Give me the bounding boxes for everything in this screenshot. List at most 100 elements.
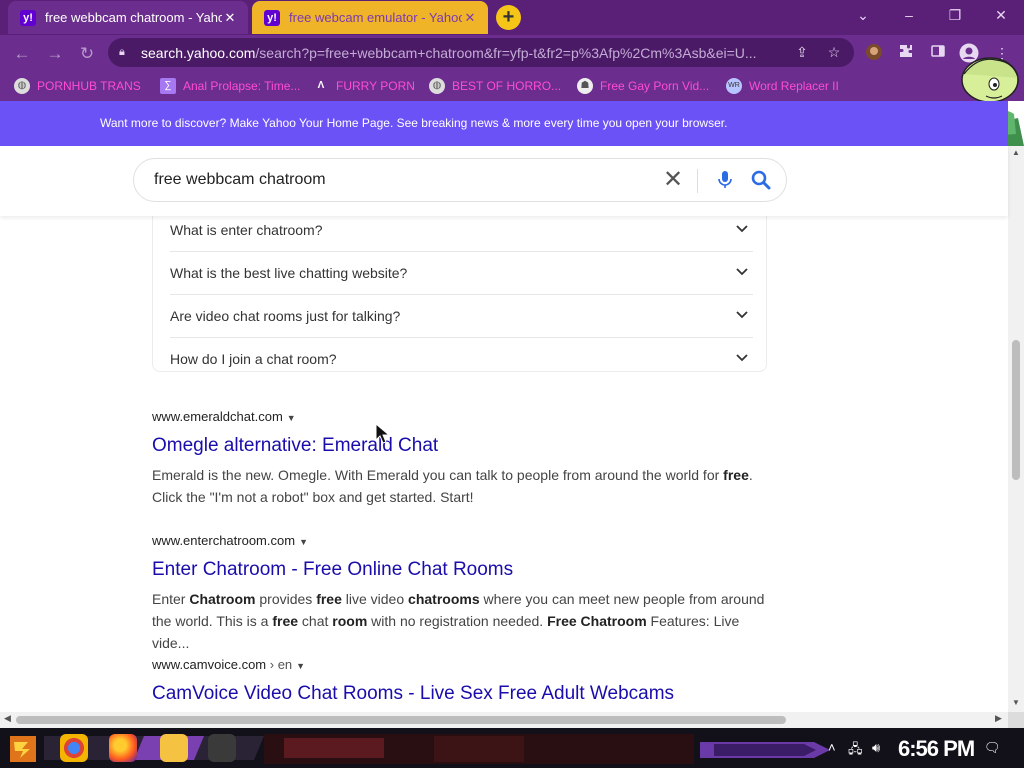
chrome-app-icon[interactable]: [60, 734, 88, 762]
network-icon[interactable]: 🖧︎: [848, 740, 863, 762]
tab-search-icon[interactable]: ⌄: [843, 0, 883, 30]
new-tab-button[interactable]: +: [496, 5, 521, 30]
camera-app-icon[interactable]: [208, 734, 236, 762]
address-bar[interactable]: 🔒︎ search.yahoo.com/search?p=free+webbca…: [108, 38, 854, 67]
extensions-icon[interactable]: [896, 43, 916, 63]
lock-icon[interactable]: 🔒︎: [119, 46, 132, 59]
taskbar-preview-strip: [264, 734, 694, 764]
bookmark-label: Word Replacer II: [749, 79, 839, 93]
bookmark-label: FURRY PORN: [336, 79, 415, 93]
file-explorer-icon[interactable]: [160, 734, 188, 762]
scroll-up-icon[interactable]: ▲: [1012, 148, 1020, 157]
chevron-down-icon[interactable]: ▼: [296, 661, 305, 671]
search-input[interactable]: [152, 170, 636, 190]
side-panel-icon[interactable]: [928, 43, 948, 63]
snippet-highlight: free: [316, 591, 342, 607]
bookmark-item[interactable]: ∑ Anal Prolapse: Time...: [160, 77, 300, 95]
bookmark-item[interactable]: Λ FURRY PORN: [313, 77, 415, 95]
microphone-icon[interactable]: [714, 168, 736, 192]
start-button-icon[interactable]: [8, 734, 38, 764]
tab-title: free webbcam chatroom - Yaho: [45, 10, 222, 25]
snippet-text: Enter: [152, 591, 190, 607]
faq-item[interactable]: How do I join a chat room?: [170, 337, 753, 380]
chevron-down-icon: [736, 354, 748, 362]
notifications-icon[interactable]: 🗨︎: [984, 740, 1001, 756]
chevron-down-icon: [736, 268, 748, 276]
horizontal-scrollbar[interactable]: ◀ ▶: [0, 712, 1008, 728]
volume-icon[interactable]: 🔊︎: [872, 740, 880, 756]
horizontal-scroll-thumb[interactable]: [16, 716, 786, 724]
search-divider: [697, 169, 698, 193]
result-snippet: Enter Chatroom provides free live video …: [152, 588, 772, 654]
bookmark-item[interactable]: ◍ BEST OF HORRO...: [429, 77, 561, 95]
close-window-button[interactable]: ✕: [981, 0, 1021, 30]
globe-icon: ◍: [14, 78, 30, 94]
bookmark-icon: ☗: [577, 78, 593, 94]
tab-title: free webcam emulator - Yahoo: [289, 10, 462, 25]
result-url[interactable]: www.camvoice.com › en ▼: [152, 656, 772, 674]
scroll-down-icon[interactable]: ▼: [1012, 698, 1020, 707]
bookmark-item[interactable]: WR Word Replacer II: [726, 77, 839, 95]
vertical-scrollbar[interactable]: ▲ ▼: [1008, 146, 1024, 712]
result-url[interactable]: www.enterchatroom.com ▼: [152, 532, 772, 550]
vertical-scroll-thumb[interactable]: [1012, 340, 1020, 480]
profile-extension-icon[interactable]: [864, 43, 884, 63]
result-title-link[interactable]: Enter Chatroom - Free Online Chat Rooms: [152, 558, 772, 582]
close-tab-icon[interactable]: ✕: [462, 10, 478, 26]
result-title-link[interactable]: Omegle alternative: Emerald Chat: [152, 434, 772, 458]
yahoo-favicon-icon: y!: [20, 9, 36, 26]
search-results: What is enter chatroom? What is the best…: [0, 216, 1008, 712]
globe-icon: ◍: [429, 78, 445, 94]
reload-button[interactable]: ↻: [74, 41, 100, 67]
scroll-left-icon[interactable]: ◀: [4, 713, 11, 724]
taskbar: ˄ 🖧︎ 🔊︎ 6:56 PM 🗨︎: [0, 728, 1024, 768]
snippet-highlight: free: [272, 613, 299, 629]
faq-question: How do I join a chat room?: [170, 350, 337, 367]
show-hidden-icons-icon[interactable]: ˄: [828, 740, 836, 755]
result-title-link[interactable]: CamVoice Video Chat Rooms - Live Sex Fre…: [152, 682, 772, 706]
scroll-right-icon[interactable]: ▶: [995, 713, 1002, 724]
faq-item[interactable]: Are video chat rooms just for talking?: [170, 294, 753, 338]
bookmark-star-icon[interactable]: ☆: [826, 44, 842, 60]
wr-icon: WR: [726, 78, 742, 94]
tab-strip: y! free webbcam chatroom - Yaho ✕ y! fre…: [0, 0, 1024, 35]
snippet-highlight: Free Chatroom: [547, 613, 647, 629]
result-site: www.emeraldchat.com: [152, 409, 283, 424]
bookmark-icon: ∑: [160, 78, 176, 94]
result-url[interactable]: www.emeraldchat.com ▼: [152, 408, 772, 426]
search-icon[interactable]: [750, 169, 772, 191]
bookmark-label: Anal Prolapse: Time...: [183, 79, 301, 93]
url-host: search.yahoo.com: [141, 44, 256, 61]
clock[interactable]: 6:56 PM: [898, 736, 975, 762]
tab-active[interactable]: y! free webbcam chatroom - Yaho ✕: [8, 1, 248, 34]
clear-search-icon[interactable]: ✕: [662, 168, 684, 192]
bookmark-label: BEST OF HORRO...: [452, 79, 562, 93]
snippet-text: with no registration needed.: [367, 613, 548, 629]
back-button[interactable]: ←: [9, 41, 35, 67]
minimize-button[interactable]: –: [889, 0, 929, 30]
search-header: ✕: [0, 146, 1008, 216]
snippet-highlight: room: [332, 613, 368, 629]
tab-inactive[interactable]: y! free webcam emulator - Yahoo ✕: [252, 1, 488, 34]
result-item: www.enterchatroom.com ▼ Enter Chatroom - …: [152, 532, 772, 654]
forward-button[interactable]: →: [42, 41, 68, 67]
firefox-app-icon[interactable]: [109, 734, 137, 762]
banner-text: Want more to discover? Make Yahoo Your H…: [100, 116, 728, 130]
result-site: www.enterchatroom.com: [152, 533, 296, 548]
close-tab-icon[interactable]: ✕: [222, 10, 238, 26]
restore-button[interactable]: ❐: [935, 0, 975, 30]
share-icon[interactable]: ⇪: [794, 44, 810, 60]
arrow-logo-icon: Λ: [313, 78, 329, 94]
bookmark-item[interactable]: ☗ Free Gay Porn Vid...: [577, 77, 709, 95]
faq-question: What is the best live chatting website?: [170, 264, 408, 281]
chevron-down-icon[interactable]: ▼: [287, 413, 296, 423]
homepage-promo-banner[interactable]: Want more to discover? Make Yahoo Your H…: [0, 101, 1008, 146]
bookmark-label: Free Gay Porn Vid...: [600, 79, 710, 93]
bookmarks-bar: ◍ PORNHUB TRANS ∑ Anal Prolapse: Time...…: [0, 71, 1024, 101]
chevron-down-icon[interactable]: ▼: [299, 537, 308, 547]
faq-item[interactable]: What is the best live chatting website?: [170, 251, 753, 295]
snippet-text: provides: [255, 591, 317, 607]
snippet-text: Emerald is the new. Omegle. With Emerald…: [152, 467, 724, 483]
bookmark-item[interactable]: ◍ PORNHUB TRANS: [14, 77, 141, 95]
faq-item[interactable]: What is enter chatroom?: [170, 216, 753, 252]
